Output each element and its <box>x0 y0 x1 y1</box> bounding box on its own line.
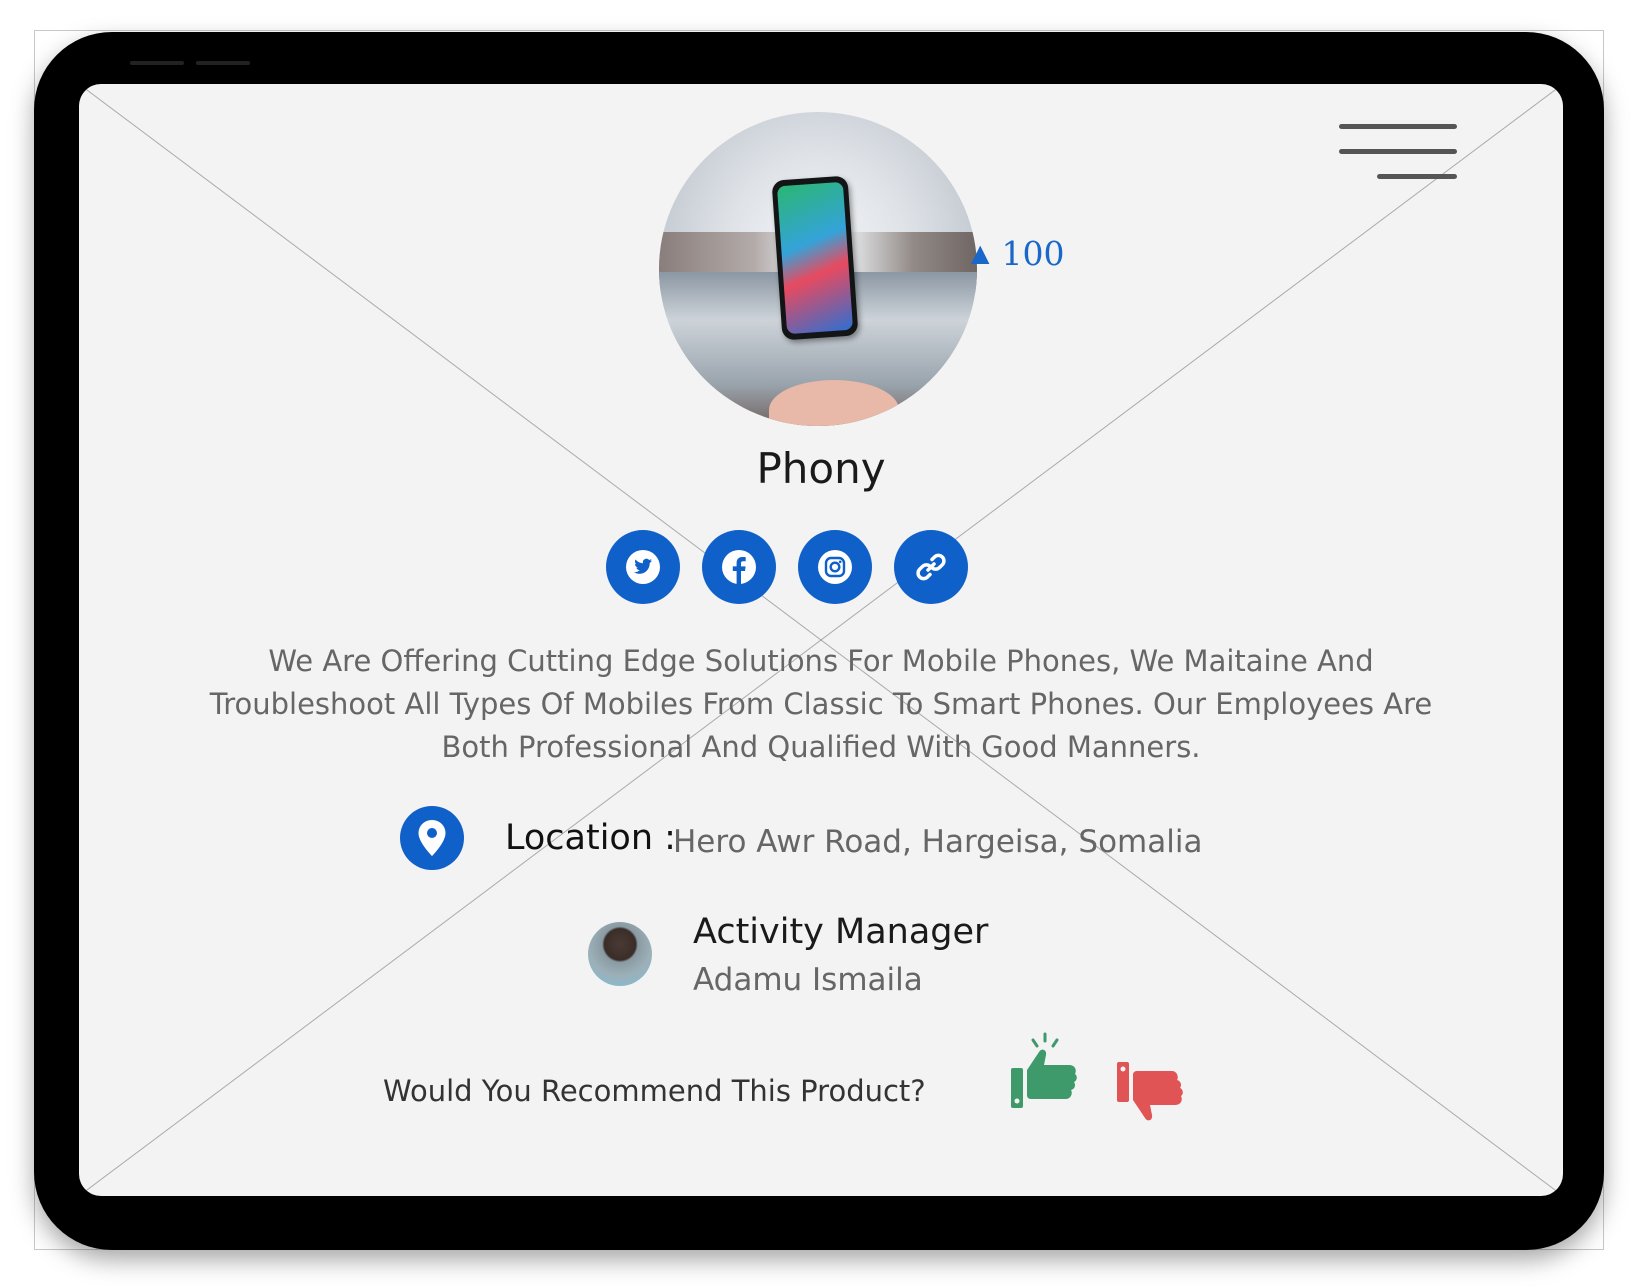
device-button <box>130 61 184 65</box>
location-value: Hero Awr Road, Hargeisa, Somalia <box>673 824 1203 860</box>
facebook-button[interactable] <box>702 530 776 604</box>
upvote-count[interactable]: ▲ 100 <box>971 234 1064 273</box>
link-icon <box>916 553 946 581</box>
map-pin-icon <box>418 820 446 856</box>
upvote-value: 100 <box>1001 234 1065 273</box>
upvote-arrow-icon: ▲ <box>971 239 990 267</box>
manager-avatar <box>588 922 652 986</box>
thumbs-down-icon[interactable] <box>1115 1058 1187 1128</box>
location-label: Location : <box>505 818 676 858</box>
facebook-icon <box>722 550 756 584</box>
twitter-button[interactable] <box>606 530 680 604</box>
product-title: Phony <box>756 444 886 493</box>
link-button[interactable] <box>894 530 968 604</box>
product-screen: ▲ 100 Phony We Are Offering Cutting Edge … <box>79 84 1563 1196</box>
manager-title: Activity Manager <box>693 912 989 952</box>
location-icon-badge <box>400 806 464 870</box>
twitter-icon <box>626 550 660 584</box>
device-button <box>196 61 250 65</box>
product-description: We Are Offering Cutting Edge Solutions F… <box>209 644 1433 764</box>
manager-name: Adamu Ismaila <box>693 962 923 998</box>
product-image <box>659 112 977 426</box>
recommend-question: Would You Recommend This Product? <box>383 1074 926 1108</box>
phone-illustration <box>771 175 859 341</box>
instagram-button[interactable] <box>798 530 872 604</box>
instagram-icon <box>818 550 852 584</box>
thumbs-up-icon[interactable] <box>1009 1032 1081 1112</box>
hamburger-menu-icon[interactable] <box>1339 124 1457 182</box>
